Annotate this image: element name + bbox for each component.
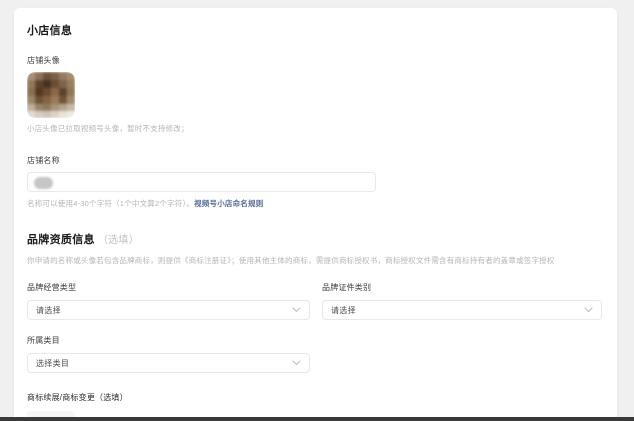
shop-name-help-text: 名称可以使用4-30个字符（1个中文算2个字符）。: [27, 199, 194, 208]
brand-certificate-type-label: 品牌证件类别: [322, 282, 602, 293]
shop-avatar-label: 店铺头像: [27, 55, 602, 66]
brand-certificate-type-field: 品牌证件类别 请选择: [322, 282, 602, 320]
shop-avatar-image: [27, 72, 75, 118]
category-value: 选择类目: [36, 358, 69, 369]
chevron-down-icon: [584, 307, 593, 313]
brand-operation-type-field: 品牌经营类型 请选择: [27, 282, 310, 320]
brand-operation-type-label: 品牌经营类型: [27, 282, 310, 293]
brand-certificate-type-value: 请选择: [331, 305, 356, 316]
naming-rules-link[interactable]: 视频号小店命名规则: [194, 199, 263, 208]
shop-name-field: [27, 172, 376, 192]
shop-name-help: 名称可以使用4-30个字符（1个中文算2个字符）。视频号小店命名规则: [27, 198, 602, 209]
bottom-edge-bar: [0, 417, 634, 421]
category-label: 所属类目: [27, 335, 310, 346]
shop-settings-card: 小店信息 店铺头像 小店头像已拉取视频号头像，暂时不支持修改； 店铺名称 名称可…: [14, 8, 617, 417]
brand-operation-type-select[interactable]: 请选择: [27, 300, 310, 320]
brand-title-text: 品牌资质信息: [27, 234, 95, 246]
avatar-note: 小店头像已拉取视频号头像，暂时不支持修改；: [27, 123, 602, 134]
shop-name-label: 店铺名称: [27, 155, 602, 166]
category-select[interactable]: 选择类目: [27, 353, 310, 373]
brand-fields-row: 品牌经营类型 请选择 品牌证件类别 请选择: [27, 282, 602, 320]
chevron-down-icon: [292, 360, 301, 366]
avatar-mosaic: [27, 72, 75, 118]
section-title-shop-info: 小店信息: [27, 22, 602, 38]
brand-certificate-type-select[interactable]: 请选择: [322, 300, 602, 320]
chevron-down-icon: [292, 307, 301, 313]
trademark-renewal-label: 商标续展/商标变更（选填）: [27, 392, 602, 403]
shop-name-input[interactable]: [28, 175, 375, 193]
brand-description: 你申请的名称或头像若包含品牌商标，则提供《商标注册证》；使用其他主体的商标，需提…: [27, 255, 602, 266]
brand-operation-type-value: 请选择: [36, 305, 61, 316]
category-field: 所属类目 选择类目: [27, 335, 310, 373]
section-title-brand-info: 品牌资质信息（选填）: [27, 231, 602, 247]
brand-title-optional-suffix: （选填）: [98, 235, 139, 246]
